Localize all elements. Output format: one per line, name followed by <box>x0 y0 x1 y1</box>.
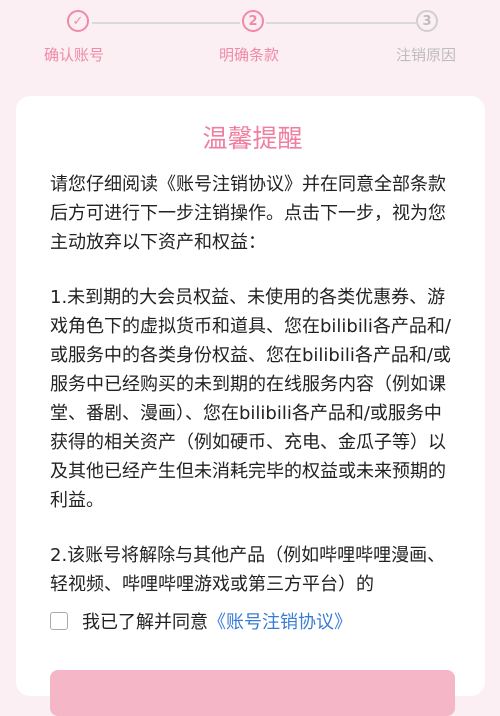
terms-scroll-area[interactable]: 请您仔细阅读《账号注销协议》并在同意全部条款后方可进行下一步注销操作。点击下一步… <box>50 170 455 600</box>
step-number-3: 3 <box>416 10 438 32</box>
agreement-link[interactable]: 《账号注销协议》 <box>208 608 352 634</box>
agreement-text: 我已了解并同意 <box>82 612 208 633</box>
notice-card: 温馨提醒 请您仔细阅读《账号注销协议》并在同意全部条款后方可进行下一步注销操作。… <box>16 96 485 716</box>
card-title: 温馨提醒 <box>202 124 303 153</box>
check-icon: ✓ <box>67 10 89 32</box>
step-connector <box>266 22 416 24</box>
step-number-2: 2 <box>242 10 264 32</box>
terms-item-2: 2.该账号将解除与其他产品（例如哔哩哔哩漫画、轻视频、哔哩哔哩游戏或第三方平台）… <box>50 545 446 595</box>
step-label-cancel-reason: 注销原因 <box>396 46 457 64</box>
stepper: ✓ 2 3 确认账号 明确条款 注销原因 <box>0 0 500 80</box>
step-connector <box>92 22 240 24</box>
agreement-row[interactable]: 我已了解并同意 《账号注销协议》 <box>50 608 352 634</box>
step-label-confirm-account: 确认账号 <box>44 46 105 64</box>
agree-checkbox[interactable] <box>50 612 68 630</box>
terms-item-1: 1.未到期的大会员权益、未使用的各类优惠券、游戏角色下的虚拟货币和道具、您在bi… <box>50 287 451 511</box>
step-label-clarify-terms: 明确条款 <box>219 46 280 64</box>
next-step-button[interactable] <box>50 670 455 716</box>
intro-paragraph: 请您仔细阅读《账号注销协议》并在同意全部条款后方可进行下一步注销操作。点击下一步… <box>50 174 446 253</box>
